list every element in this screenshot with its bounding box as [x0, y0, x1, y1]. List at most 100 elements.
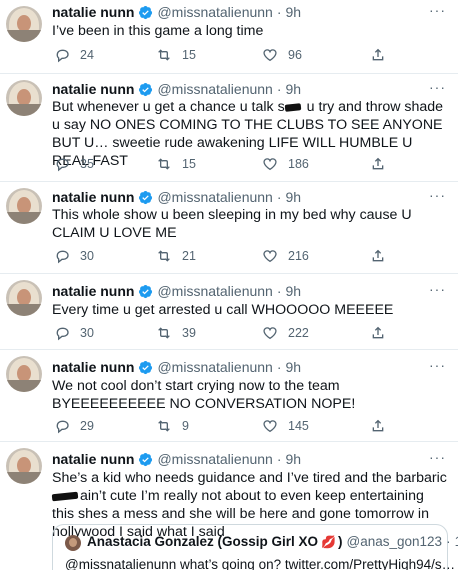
like-count: 216: [288, 249, 309, 263]
tweet-time[interactable]: 9h: [286, 283, 302, 299]
verified-badge-icon: [139, 452, 153, 466]
quoted-author-name[interactable]: Anastacia Gonzalez (Gossip Girl XO: [87, 534, 318, 549]
separator-dot: ·: [276, 451, 282, 467]
like-count: 222: [288, 326, 309, 340]
tweet-4[interactable]: natalie nunn @missnatalienunn · 9h ··· E…: [0, 274, 458, 350]
share-button[interactable]: [370, 47, 396, 63]
tweet-time[interactable]: 9h: [286, 4, 302, 20]
reply-count: 24: [80, 48, 94, 62]
share-icon: [372, 326, 384, 339]
verified-badge-icon: [139, 190, 153, 204]
tweet-time[interactable]: 9h: [286, 359, 302, 375]
author-handle[interactable]: @missnatalienunn: [157, 359, 272, 375]
more-dots-icon[interactable]: ···: [429, 449, 446, 465]
tweet-time[interactable]: 9h: [286, 81, 302, 97]
author-name[interactable]: natalie nunn: [52, 4, 134, 20]
tweet-actions: 30 39 222: [52, 325, 392, 343]
quoted-tweet-time[interactable]: 11h: [455, 534, 458, 549]
avatar[interactable]: [6, 188, 42, 224]
retweet-count: 15: [182, 157, 196, 171]
avatar[interactable]: [6, 356, 42, 392]
quoted-author-name-end: ): [338, 534, 343, 549]
retweet-count: 9: [182, 419, 189, 433]
quoted-author-handle[interactable]: @anas_gon123: [347, 534, 443, 549]
reply-icon: [56, 158, 69, 172]
quoted-tweet-card[interactable]: Anastacia Gonzalez (Gossip Girl XO 💋 ) @…: [52, 524, 458, 570]
share-button[interactable]: [370, 418, 396, 434]
tweet-time[interactable]: 9h: [286, 451, 302, 467]
author-name[interactable]: natalie nunn: [52, 451, 134, 467]
reply-button[interactable]: 35: [54, 156, 94, 172]
separator-dot: ·: [276, 359, 282, 375]
tweet-5[interactable]: natalie nunn @missnatalienunn · 9h ··· W…: [0, 350, 458, 442]
author-handle[interactable]: @missnatalienunn: [157, 189, 272, 205]
retweet-button[interactable]: 15: [156, 47, 196, 63]
reply-button[interactable]: 30: [54, 325, 94, 341]
more-dots-icon[interactable]: ···: [429, 187, 446, 203]
author-name[interactable]: natalie nunn: [52, 283, 134, 299]
reply-button[interactable]: 24: [54, 47, 94, 63]
share-icon: [372, 48, 384, 61]
share-button[interactable]: [370, 248, 396, 264]
retweet-count: 15: [182, 48, 196, 62]
quoted-tweet-header: Anastacia Gonzalez (Gossip Girl XO 💋 ) @…: [87, 534, 458, 549]
reply-button[interactable]: 29: [54, 418, 94, 434]
separator-dot: ·: [276, 189, 282, 205]
more-dots-icon[interactable]: ···: [429, 357, 446, 373]
share-button[interactable]: [370, 156, 396, 172]
avatar[interactable]: [6, 6, 42, 42]
author-name[interactable]: natalie nunn: [52, 189, 134, 205]
tweet-time[interactable]: 9h: [286, 189, 302, 205]
tweet-1[interactable]: natalie nunn @missnatalienunn · 9h ··· I…: [0, 0, 458, 74]
reply-button[interactable]: 30: [54, 248, 94, 264]
author-name[interactable]: natalie nunn: [52, 359, 134, 375]
more-dots-icon[interactable]: ···: [429, 79, 446, 95]
retweet-button[interactable]: 15: [156, 156, 196, 172]
author-handle[interactable]: @missnatalienunn: [157, 4, 272, 20]
retweet-button[interactable]: 9: [156, 418, 189, 434]
like-button[interactable]: 222: [262, 325, 309, 341]
like-button[interactable]: 145: [262, 418, 309, 434]
retweet-button[interactable]: 39: [156, 325, 196, 341]
author-handle[interactable]: @missnatalienunn: [157, 283, 272, 299]
reply-icon: [56, 49, 69, 63]
author-handle[interactable]: @missnatalienunn: [157, 81, 272, 97]
separator-dot: ·: [276, 4, 282, 20]
heart-icon: [263, 327, 277, 340]
like-button[interactable]: 216: [262, 248, 309, 264]
quoted-avatar[interactable]: [65, 535, 81, 551]
separator-dot: ·: [276, 283, 282, 299]
tweet-header: natalie nunn @missnatalienunn · 9h: [52, 3, 301, 21]
like-count: 145: [288, 419, 309, 433]
more-dots-icon[interactable]: ···: [429, 281, 446, 297]
author-handle[interactable]: @missnatalienunn: [157, 451, 272, 467]
tweet-header: natalie nunn @missnatalienunn · 9h: [52, 80, 301, 98]
author-name[interactable]: natalie nunn: [52, 81, 134, 97]
share-icon: [372, 249, 384, 262]
retweet-count: 21: [182, 249, 196, 263]
tweet-actions: 30 21 216: [52, 248, 392, 266]
tweet-header: natalie nunn @missnatalienunn · 9h: [52, 188, 301, 206]
like-button[interactable]: 186: [262, 156, 309, 172]
kiss-emoji-icon: 💋: [321, 534, 337, 549]
retweet-button[interactable]: 21: [156, 248, 196, 264]
avatar[interactable]: [6, 80, 42, 116]
retweet-icon: [158, 420, 170, 432]
avatar[interactable]: [6, 280, 42, 316]
avatar[interactable]: [6, 448, 42, 484]
separator-dot: ·: [276, 81, 282, 97]
reply-count: 30: [80, 249, 94, 263]
verified-badge-icon: [139, 82, 153, 96]
retweet-icon: [158, 49, 170, 61]
share-button[interactable]: [370, 325, 396, 341]
heart-icon: [263, 250, 277, 263]
like-button[interactable]: 96: [262, 47, 302, 63]
heart-icon: [263, 49, 277, 62]
more-dots-icon[interactable]: ···: [429, 2, 446, 18]
tweet-3[interactable]: natalie nunn @missnatalienunn · 9h ··· T…: [0, 182, 458, 274]
verified-badge-icon: [139, 360, 153, 374]
share-icon: [372, 157, 384, 170]
tweet-2[interactable]: natalie nunn @missnatalienunn · 9h ··· B…: [0, 74, 458, 182]
quoted-tweet-text: @missnatalienunn what’s going on? twitte…: [65, 557, 456, 570]
redaction-mark: [51, 491, 79, 502]
